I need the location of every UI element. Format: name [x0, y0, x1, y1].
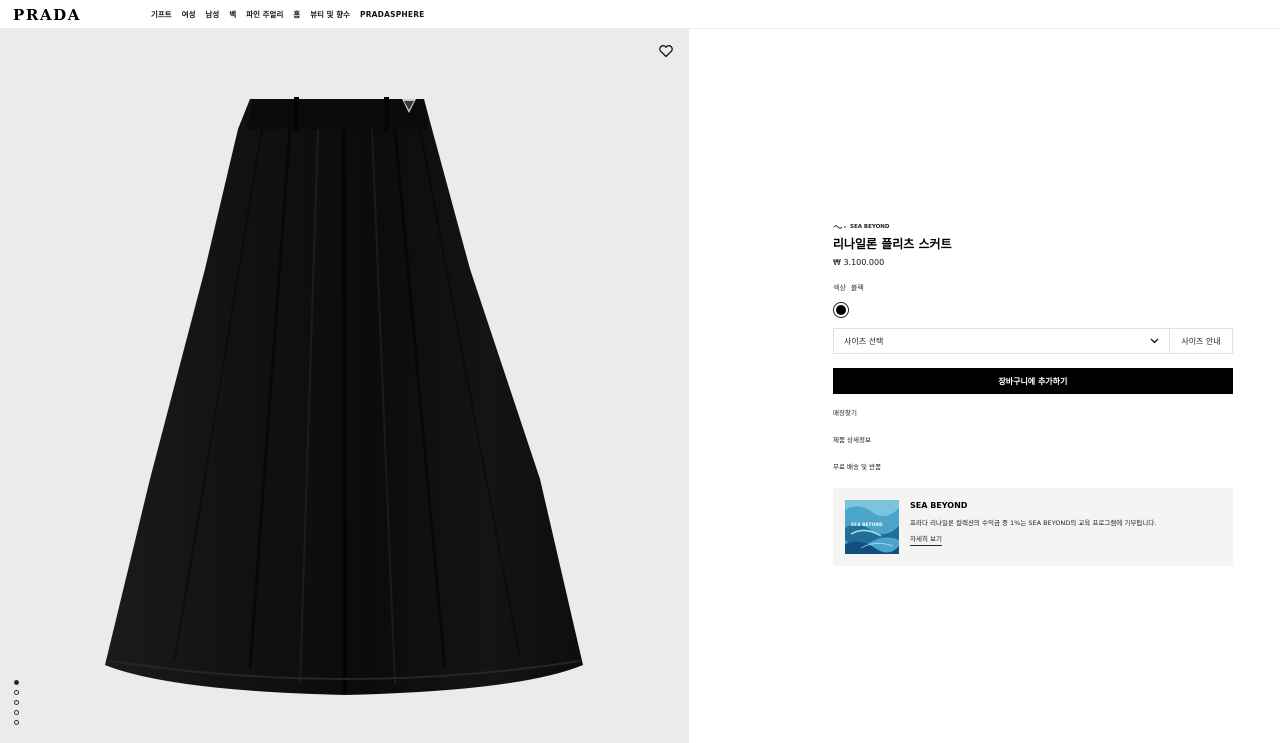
sea-beyond-description: 프라다 리나일론 컬렉션의 수익금 중 1%는 SEA BEYOND의 교육 프…	[910, 519, 1157, 527]
color-info: 색상 블랙	[833, 283, 1233, 293]
sea-beyond-banner: SEA BEYOND SEA BEYOND 프라다 리나일론 컬렉션의 수익금 …	[833, 488, 1233, 566]
product-title: 리나일론 플리츠 스커트	[833, 237, 952, 251]
nav-item-home[interactable]: 홈	[293, 9, 300, 20]
product-info: SEA BEYOND 리나일론 플리츠 스커트 ₩ 3.100.000 색상 블…	[833, 222, 1233, 566]
sea-beyond-tag: SEA BEYOND	[833, 222, 1233, 232]
gallery-dot[interactable]	[14, 690, 19, 695]
gallery-dot[interactable]	[14, 710, 19, 715]
heart-icon[interactable]	[658, 43, 674, 59]
size-select-label: 사이즈 선택	[844, 336, 884, 346]
product-price: ₩ 3.100.000	[833, 258, 885, 267]
size-guide-button[interactable]: 사이즈 안내	[1170, 328, 1233, 354]
site-header: PRADA 기프트 여성 남성 백 파인 주얼리 홈 뷰티 및 향수 PRADA…	[0, 0, 1280, 29]
main-nav: 기프트 여성 남성 백 파인 주얼리 홈 뷰티 및 향수 PRADASPHERE	[151, 0, 425, 29]
nav-item-gifts[interactable]: 기프트	[151, 9, 172, 20]
product-details-link[interactable]: 제품 상세정보	[833, 434, 1233, 444]
color-swatch-black[interactable]	[833, 302, 849, 318]
prada-logo[interactable]: PRADA	[13, 6, 81, 24]
sea-beyond-title: SEA BEYOND	[910, 501, 968, 510]
nav-item-men[interactable]: 남성	[206, 9, 220, 20]
size-row: 사이즈 선택 사이즈 안내	[833, 328, 1233, 354]
nav-item-pradasphere[interactable]: PRADASPHERE	[360, 10, 425, 19]
sea-beyond-tag-label: SEA BEYOND	[850, 224, 890, 230]
gallery-dot[interactable]	[14, 680, 19, 685]
add-to-cart-button[interactable]: 장바구니에 추가하기	[833, 368, 1233, 394]
gallery-dot[interactable]	[14, 720, 19, 725]
sea-beyond-image-label: SEA BEYOND	[851, 522, 883, 527]
sea-beyond-more-link[interactable]: 자세히 보기	[910, 533, 942, 546]
nav-item-women[interactable]: 여성	[182, 9, 196, 20]
color-value: 블랙	[850, 284, 864, 292]
nav-item-bags[interactable]: 백	[229, 9, 236, 20]
shipping-returns-link[interactable]: 무료 배송 및 반품	[833, 461, 1233, 471]
nav-item-beauty[interactable]: 뷰티 및 향수	[310, 9, 350, 20]
size-select[interactable]: 사이즈 선택	[833, 328, 1170, 354]
color-label: 색상	[833, 284, 846, 292]
product-image-panel	[0, 29, 689, 743]
sea-beyond-image: SEA BEYOND	[845, 500, 899, 554]
store-locator-link[interactable]: 매장찾기	[833, 407, 1233, 417]
gallery-dot[interactable]	[14, 700, 19, 705]
product-image[interactable]	[0, 29, 689, 743]
chevron-down-icon	[1150, 338, 1159, 344]
sea-beyond-icon	[833, 225, 846, 229]
gallery-pagination	[14, 680, 22, 730]
nav-item-fine-jewelry[interactable]: 파인 주얼리	[246, 9, 283, 20]
